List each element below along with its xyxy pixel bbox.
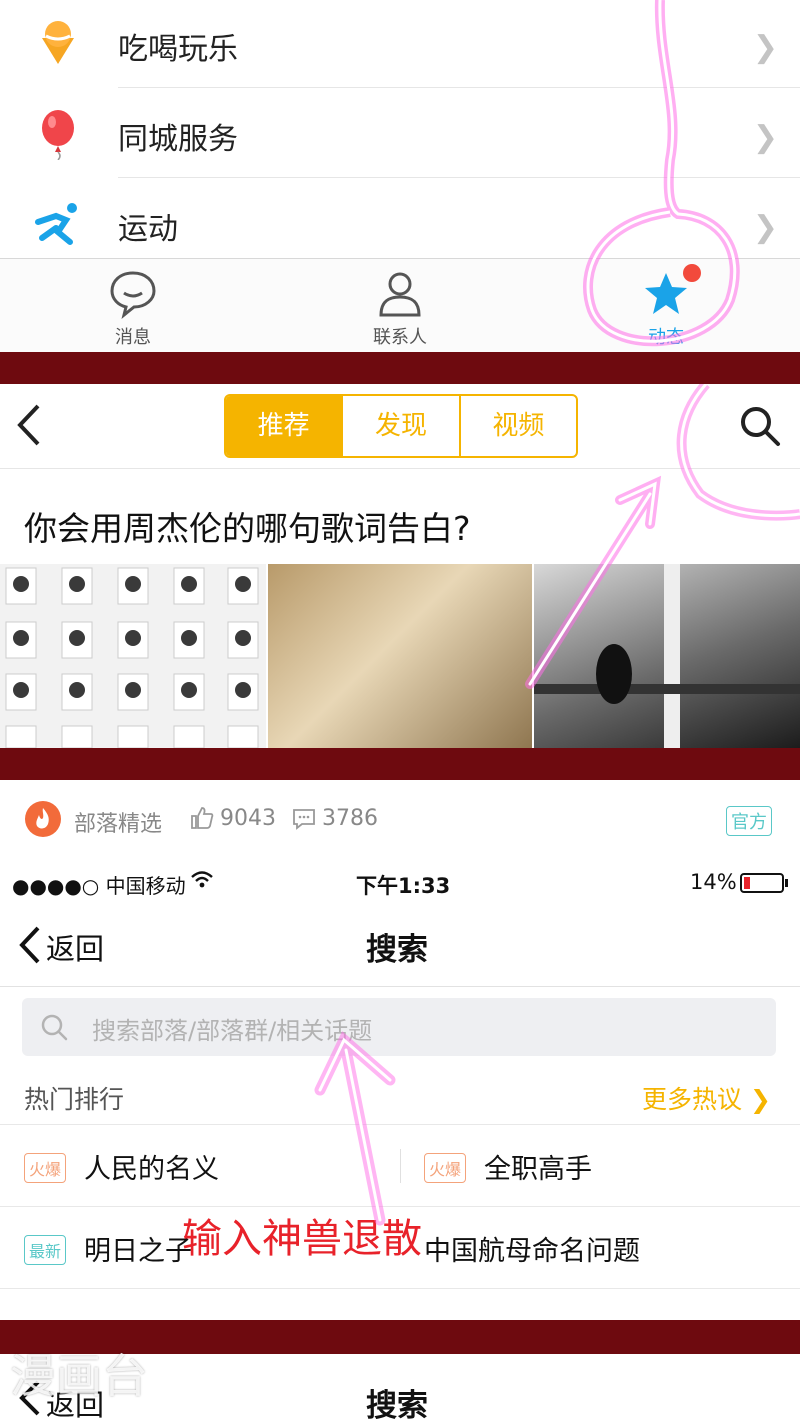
- watermark-text: 漫画台: [10, 1349, 148, 1403]
- post-image[interactable]: [268, 564, 532, 748]
- topic-label: 人民的名义: [84, 1154, 219, 1185]
- carrier-status: ●●●●○ 中国移动: [12, 874, 186, 898]
- panel-search: 部落精选 9043 3786 官方 ●●●●○ 中国移动 下午1:33 14% …: [0, 780, 800, 1320]
- divider: [0, 986, 800, 987]
- topic-label: 中国航母命名问题: [424, 1236, 640, 1267]
- divider: [0, 1288, 800, 1289]
- tab-contacts[interactable]: 联系人: [310, 259, 490, 353]
- list-item[interactable]: 中国航母命名问题: [400, 1207, 800, 1287]
- list-item[interactable]: 火爆 全职高手: [400, 1125, 800, 1205]
- chat-bubble-icon: [110, 271, 156, 319]
- back-chevron-icon[interactable]: [16, 924, 44, 966]
- new-badge: 最新: [24, 1235, 67, 1265]
- topic-label: 全职高手: [484, 1154, 592, 1185]
- battery-percent: 14%: [690, 870, 737, 894]
- tab-recommend[interactable]: 推荐: [226, 396, 342, 456]
- more-link[interactable]: 更多热议 ❯: [642, 1080, 771, 1116]
- ice-cream-icon: [42, 21, 74, 64]
- official-badge: 官方: [726, 806, 772, 836]
- post-image[interactable]: [0, 564, 266, 748]
- highlight-annotation: [583, 0, 740, 347]
- page-title: 搜索: [366, 1388, 428, 1424]
- menu-item-label: 运动: [118, 212, 178, 247]
- source-label[interactable]: 部落精选: [74, 806, 162, 838]
- status-time: 下午1:33: [356, 874, 451, 898]
- portrait-grid-image: [5, 567, 259, 748]
- search-icon: [41, 1014, 68, 1041]
- panel-separator: [0, 352, 800, 384]
- contact-person-icon: [379, 272, 421, 317]
- hot-badge: 火爆: [424, 1153, 467, 1183]
- runner-icon: [35, 203, 77, 245]
- topic-label: 明日之子: [84, 1236, 192, 1267]
- tab-discover[interactable]: 发现: [341, 396, 458, 456]
- battery-icon: [740, 873, 788, 893]
- post-title[interactable]: 你会用周杰伦的哪句歌词告白?: [24, 502, 471, 550]
- tab-label: 消息: [115, 327, 151, 348]
- fire-icon: [25, 801, 61, 837]
- balloon-icon: [42, 110, 74, 160]
- wifi-icon: [191, 871, 213, 888]
- page-title: 搜索: [366, 932, 428, 968]
- menu-item-label: 吃喝玩乐: [118, 32, 238, 67]
- back-button[interactable]: 返回: [46, 926, 104, 968]
- like-count: 9043: [220, 806, 276, 831]
- more-link-label: 更多热议: [642, 1085, 743, 1114]
- arrow-annotation: [525, 384, 800, 689]
- tab-label: 联系人: [373, 327, 427, 348]
- comment-icon[interactable]: [292, 808, 316, 830]
- hot-badge: 火爆: [24, 1153, 67, 1183]
- thumbs-up-icon[interactable]: [190, 806, 214, 830]
- menu-item-label: 同城服务: [118, 122, 238, 157]
- tab-messages[interactable]: 消息: [43, 259, 223, 353]
- section-title: 热门排行: [24, 1085, 125, 1114]
- panel-feed: 推荐 发现 视频 你会用周杰伦的哪句歌词告白?: [0, 384, 800, 748]
- back-chevron-icon[interactable]: [14, 402, 44, 448]
- arrow-annotation: [314, 1031, 396, 1226]
- comment-count: 3786: [322, 806, 378, 831]
- panel-app-menu: 吃喝玩乐 ❯ 同城服务 ❯ 运动 ❯ 消息 联系人 动态: [0, 0, 800, 353]
- panel-separator: [0, 748, 800, 780]
